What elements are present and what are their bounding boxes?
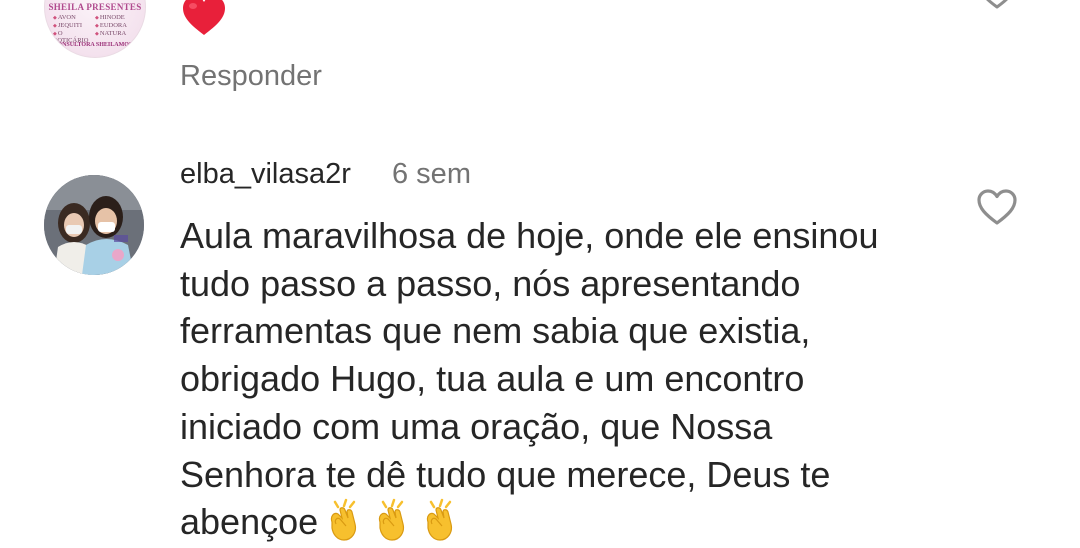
avatar-brand-item: JEQUITI xyxy=(53,22,95,29)
comment-text: Aula maravilhosa de hoje, onde ele ensin… xyxy=(180,215,879,543)
red-heart-emoji-icon xyxy=(183,0,225,35)
avatar-elba-vilasa2r[interactable] xyxy=(44,175,144,275)
avatar-brand-item: AVON xyxy=(53,14,95,21)
clapping-hands-emoji-icon xyxy=(331,498,357,541)
comment-timestamp: 6 sem xyxy=(392,158,471,190)
comment-username[interactable]: elba_vilasa2r xyxy=(180,158,351,191)
avatar-brand-item: EUDORA xyxy=(95,22,137,29)
avatar-sheila-presentes[interactable]: SHEILA PRESENTES AVON HINODE JEQUITI EUD… xyxy=(44,0,146,58)
avatar-brand-list: AVON HINODE JEQUITI EUDORA O BOTICÁRIO N… xyxy=(53,14,137,44)
clapping-hands-emoji-icon xyxy=(379,498,405,541)
comment-body: Aula maravilhosa de hoje, onde ele ensin… xyxy=(180,212,950,546)
clapping-hands-emoji-icon xyxy=(427,498,453,541)
avatar-footer-text: CONSULTORA SHEILAMOSQ xyxy=(53,42,137,48)
like-heart-outline-icon[interactable] xyxy=(977,0,1017,10)
reply-button[interactable]: Responder xyxy=(180,60,322,93)
avatar-photo xyxy=(44,175,144,275)
avatar-brand-text: SHEILA PRESENTES xyxy=(48,2,142,12)
emoji-group xyxy=(318,498,462,542)
avatar-brand-item: HINODE xyxy=(95,14,137,21)
comments-screen: SHEILA PRESENTES AVON HINODE JEQUITI EUD… xyxy=(0,0,1080,548)
like-heart-outline-icon[interactable] xyxy=(976,188,1018,226)
